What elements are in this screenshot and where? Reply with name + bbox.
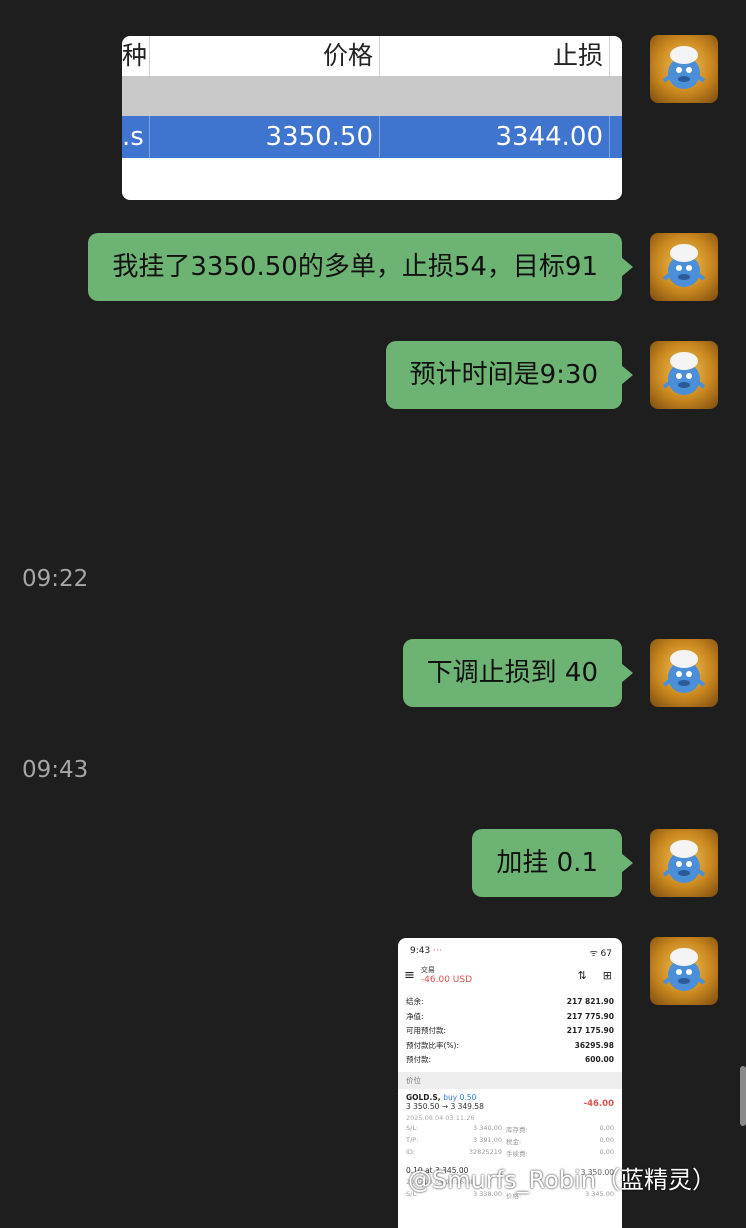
position-pl: -46.00 (583, 1098, 614, 1109)
table-cell-symbol: .s (122, 116, 150, 158)
message-bubble[interactable]: 下调止损到 40 (402, 639, 634, 707)
scrollbar[interactable] (740, 1066, 746, 1126)
position-symbol: GOLD.S, (406, 1092, 441, 1102)
smurf-avatar-icon[interactable] (650, 829, 718, 897)
account-row: 结余: 217 821.90 (406, 997, 614, 1006)
position-datetime: 2025.08.04 03:11:26 (406, 1113, 475, 1122)
timestamp: 09:43 (22, 757, 89, 783)
table-screenshot-image[interactable]: 种 价格 止损 .s 3350.50 3344.00 (122, 36, 622, 200)
smurf-avatar-icon[interactable] (650, 639, 718, 707)
table-cell-price: 3350.50 (150, 116, 380, 158)
sort-arrows-icon: ⇅ (577, 968, 587, 982)
position-item: GOLD.S, buy 0.50 3 350.50 → 3 349.58 -46… (398, 1089, 622, 1122)
table-gray-row (122, 76, 622, 116)
phone-notification-dots: ··· (433, 946, 442, 956)
table-header-price: 价格 (150, 36, 380, 76)
watermark: @Smurfs_Robin（蓝精灵） (408, 1166, 717, 1194)
position-side: buy 0.50 (443, 1092, 477, 1102)
message-bubble[interactable]: 加挂 0.1 (472, 829, 633, 897)
phone-pnl: -46.00 USD (420, 975, 473, 985)
account-row: 预付款: 600.00 (406, 1055, 614, 1064)
phone-app-header: ≡ 交易 -46.00 USD ⇅ ⊞ (398, 959, 622, 985)
table-selected-row: .s 3350.50 3344.00 (122, 116, 622, 158)
smurf-avatar-icon[interactable] (650, 233, 718, 301)
smurf-avatar-icon[interactable] (650, 937, 718, 1005)
table-header-row: 种 价格 止损 (122, 36, 622, 76)
position-details: S/L: 3 340.00 库存费: 0.00 T/P: 3 391.00 税金: 0.00… (406, 1123, 614, 1158)
message-bubble[interactable]: 我挂了3350.50的多单，止损54，目标91 (88, 233, 633, 301)
battery-icon: ᯤ 67 (589, 949, 612, 959)
table-cell-stoploss: 3344.00 (380, 116, 610, 158)
account-row: 可用预付款: 217 175.90 (406, 1026, 614, 1035)
phone-time: 9:43 (410, 946, 431, 956)
new-order-icon: ⊞ (602, 968, 612, 982)
smurf-avatar-icon[interactable] (650, 341, 718, 409)
account-row: 预付款比率(%): 36295.98 (406, 1040, 614, 1050)
account-row: 净值: 217 775.90 (406, 1011, 614, 1021)
phone-status-bar: 9:43 ··· ᯤ 67 (398, 938, 622, 959)
hamburger-icon: ≡ (404, 967, 415, 983)
account-summary: 结余: 217 821.90 净值: 217 775.90 可用预付款: 217 17… (398, 985, 622, 1068)
positions-section-header: 价位 (398, 1071, 622, 1089)
phone-app-title: 交易 (420, 966, 435, 974)
timestamp: 09:22 (22, 566, 89, 592)
table-header-stoploss: 止损 (380, 36, 610, 76)
smurf-avatar-icon[interactable] (650, 35, 718, 103)
message-bubble[interactable]: 预计时间是9:30 (385, 341, 634, 409)
table-header-symbol: 种 (122, 36, 150, 76)
